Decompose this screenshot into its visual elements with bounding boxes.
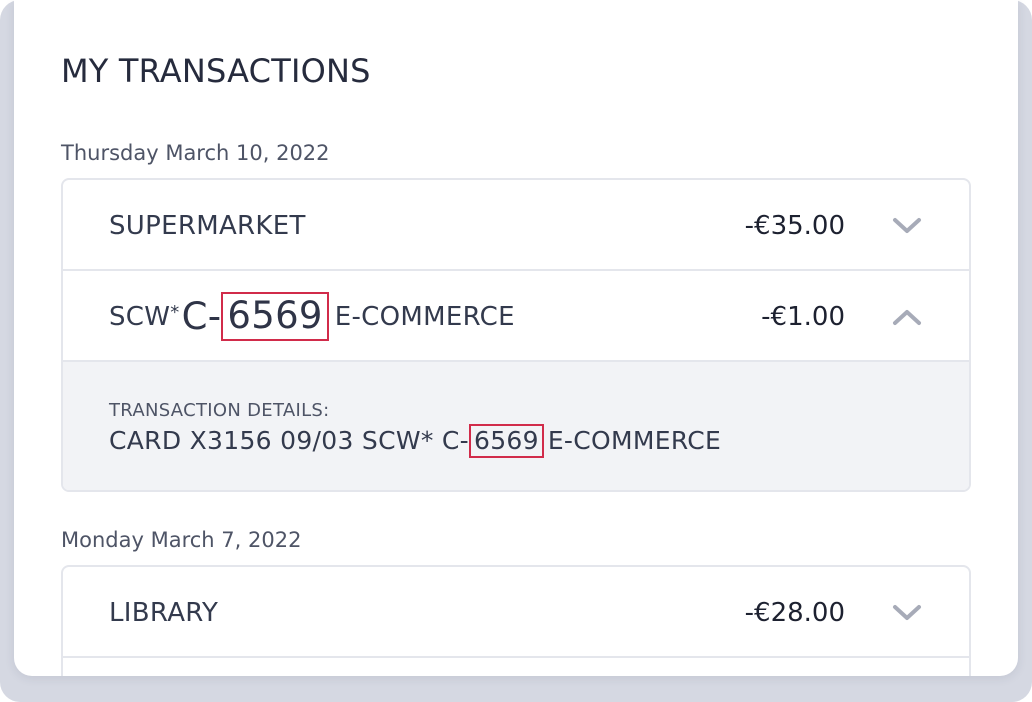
page-title: MY TRANSACTIONS [61,52,371,90]
date-header: Monday March 7, 2022 [61,528,302,552]
transaction-row-scw-ecommerce[interactable]: SCW * C -6569 E-COMMERCE -€1.00 [63,271,969,362]
details-suffix: E-COMMERCE [547,426,722,455]
name-suffix: E-COMMERCE [334,301,515,332]
date-header: Thursday March 10, 2022 [61,141,330,165]
name-prefix: SCW [109,301,171,332]
screen-frame: MY TRANSACTIONS Thursday March 10, 2022 … [0,0,1032,702]
transaction-row-supermarket[interactable]: SUPERMARKET -€35.00 [63,180,969,271]
details-text: CARD X3156 09/03 SCW* C- 6569 E-COMMERCE [109,424,721,458]
transaction-amount: -€1.00 [761,301,845,332]
transaction-name: SUPERMARKET [109,210,306,241]
chevron-down-icon[interactable] [891,180,923,271]
name-star: * [170,302,180,323]
transaction-name: SCW * C -6569 E-COMMERCE [109,271,515,362]
name-c: C [181,295,208,338]
transaction-name: LIBRARY [109,597,219,628]
transaction-group: SUPERMARKET -€35.00 SCW * C -6569 E-COMMERCE… [61,178,971,492]
chevron-up-icon[interactable] [891,271,923,362]
details-prefix: CARD X3156 09/03 SCW* C [109,426,460,455]
name-dash: - [207,295,222,338]
transaction-details-panel: TRANSACTION DETAILS: CARD X3156 09/03 SC… [63,362,969,490]
details-label: TRANSACTION DETAILS: [109,400,330,421]
details-dash: - [459,426,469,455]
transaction-amount: -€35.00 [744,210,845,241]
chevron-down-icon[interactable] [891,567,923,658]
highlighted-code: 6569 [469,424,544,458]
highlighted-code: 6569 [221,292,329,341]
transactions-card: MY TRANSACTIONS Thursday March 10, 2022 … [14,0,1018,676]
transaction-group: LIBRARY -€28.00 [61,565,971,676]
transaction-row-library[interactable]: LIBRARY -€28.00 [63,567,969,658]
transaction-amount: -€28.00 [744,597,845,628]
